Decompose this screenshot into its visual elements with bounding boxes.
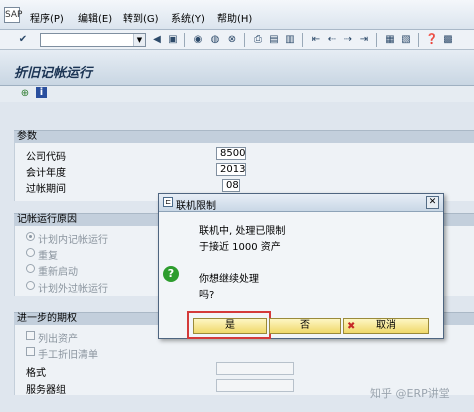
cancel-icon[interactable]: ⊗ xyxy=(225,33,239,47)
layout-icon[interactable]: ▩ xyxy=(441,33,455,47)
yes-button-label: 是 xyxy=(225,320,235,331)
menu-edit[interactable]: 编辑(E) xyxy=(78,10,112,25)
first-page-icon[interactable]: ⇤ xyxy=(309,33,323,47)
dialog-question-line-2: 吗? xyxy=(199,290,215,301)
cancel-button[interactable]: ✖ 取消 xyxy=(343,318,429,334)
checkbox-manual-depreciation-label: 手工折旧清单 xyxy=(38,350,98,361)
no-button[interactable]: 否 xyxy=(269,318,341,334)
radio-planned-run-label: 计划内记帐运行 xyxy=(38,235,108,246)
radio-repeat-label: 重复 xyxy=(38,251,58,262)
exit-icon[interactable]: ◍ xyxy=(208,33,222,47)
checkbox-list-assets-label: 列出资产 xyxy=(38,334,78,345)
radio-restart[interactable] xyxy=(26,264,35,273)
prev-page-icon[interactable]: ⇠ xyxy=(325,33,339,47)
toolbar-divider xyxy=(376,33,377,47)
back-icon[interactable]: ◀ xyxy=(150,33,164,47)
new-session-icon[interactable]: ▦ xyxy=(383,33,397,47)
server-group-label: 服务器组 xyxy=(26,385,66,396)
save-icon[interactable]: ▣ xyxy=(166,33,180,47)
layout-field[interactable] xyxy=(216,362,294,375)
info-icon[interactable]: i xyxy=(36,87,47,98)
menu-goto[interactable]: 转到(G) xyxy=(123,10,159,25)
toolbar-divider xyxy=(418,33,419,47)
execute-icon[interactable]: ⊕ xyxy=(18,87,32,101)
application-toolbar: ⊕ i xyxy=(0,86,474,102)
layout-label: 格式 xyxy=(26,368,46,379)
radio-repeat[interactable] xyxy=(26,248,35,257)
shortcut-icon[interactable]: ▧ xyxy=(399,33,413,47)
dialog-message-line-1: 联机中, 处理已限制 xyxy=(199,226,286,237)
online-restriction-dialog: ⊏ 联机限制 ✕ 联机中, 处理已限制 于接近 1000 资产 ? 你想继续处理… xyxy=(158,193,444,339)
yes-button[interactable]: 是 xyxy=(193,318,267,334)
radio-unplanned-run[interactable] xyxy=(26,281,35,290)
command-field[interactable]: ▼ xyxy=(40,33,146,47)
sap-menu-icon[interactable]: SAP xyxy=(4,7,22,23)
help-icon[interactable]: ❓ xyxy=(425,33,439,47)
menu-system[interactable]: 系统(Y) xyxy=(171,10,205,25)
radio-planned-run[interactable] xyxy=(26,232,35,241)
print-icon[interactable]: ⎙ xyxy=(251,33,265,47)
dialog-title-bar: ⊏ 联机限制 ✕ xyxy=(159,194,443,212)
company-code-field[interactable]: 8500 xyxy=(216,147,246,160)
enter-icon[interactable]: ✔ xyxy=(16,33,30,47)
dialog-question-line-1: 你想继续处理 xyxy=(199,274,259,285)
screen-title-bar: 折旧记帐运行 xyxy=(0,50,474,86)
checkbox-manual-depreciation[interactable] xyxy=(26,347,35,356)
server-group-field[interactable] xyxy=(216,379,294,392)
find-icon[interactable]: ▤ xyxy=(267,33,281,47)
posting-period-field[interactable]: 08 xyxy=(222,179,240,192)
posting-period-label: 过帐期间 xyxy=(26,184,66,195)
fiscal-year-field[interactable]: 2013 xyxy=(216,163,246,176)
menu-help[interactable]: 帮助(H) xyxy=(217,10,252,25)
checkbox-list-assets[interactable] xyxy=(26,331,35,340)
radio-unplanned-run-label: 计划外过帐运行 xyxy=(38,284,108,295)
cancel-button-label: 取消 xyxy=(376,320,396,331)
fiscal-year-label: 会计年度 xyxy=(26,168,66,179)
window-icon: ⊏ xyxy=(163,197,173,207)
last-page-icon[interactable]: ⇥ xyxy=(357,33,371,47)
radio-restart-label: 重新启动 xyxy=(38,267,78,278)
chevron-down-icon[interactable]: ▼ xyxy=(133,34,145,46)
next-page-icon[interactable]: ⇢ xyxy=(341,33,355,47)
toolbar-divider xyxy=(302,33,303,47)
menu-bar: SAP 程序(P) 编辑(E) 转到(G) 系统(Y) 帮助(H) xyxy=(0,0,474,30)
params-group-header: 参数 xyxy=(14,130,474,143)
back-nav-icon[interactable]: ◉ xyxy=(191,33,205,47)
close-icon[interactable]: ✕ xyxy=(426,196,439,209)
standard-toolbar: ✔ ▼ ◀ ▣ ◉ ◍ ⊗ ⎙ ▤ ▥ ⇤ ⇠ ⇢ ⇥ ▦ ▧ ❓ ▩ xyxy=(0,30,474,50)
menu-program[interactable]: 程序(P) xyxy=(30,10,64,25)
toolbar-divider xyxy=(184,33,185,47)
toolbar-divider xyxy=(244,33,245,47)
no-button-label: 否 xyxy=(300,320,310,331)
company-code-label: 公司代码 xyxy=(26,152,66,163)
cancel-x-icon: ✖ xyxy=(347,321,356,332)
question-icon: ? xyxy=(163,266,179,282)
dialog-message-line-2: 于接近 1000 资产 xyxy=(199,242,281,253)
dialog-title: 联机限制 xyxy=(176,201,216,212)
find-next-icon[interactable]: ▥ xyxy=(283,33,297,47)
page-title: 折旧记帐运行 xyxy=(14,66,93,81)
watermark: 知乎 @ERP讲堂 xyxy=(370,387,450,400)
